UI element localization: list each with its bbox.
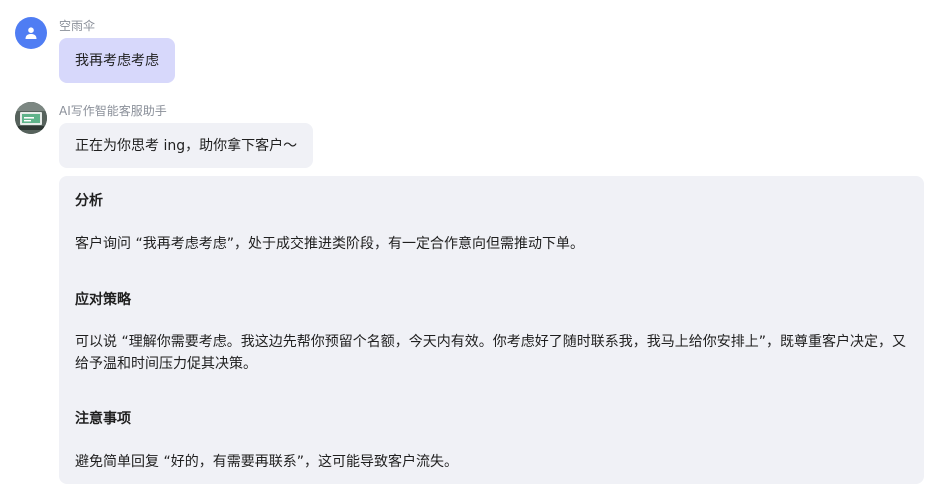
section-heading-notes: 注意事项 <box>75 411 131 427</box>
bot-message-bubble: 正在为你思考 ing，助你拿下客户～ <box>59 123 314 168</box>
chat-window: 空雨伞 我再考虑考虑 AI写作智能客服助手 正在为你思考 ing，助你拿下客户～… <box>0 0 937 496</box>
user-icon <box>25 27 37 39</box>
bot-name: AI写作智能客服助手 <box>59 104 167 118</box>
user-message-bubble: 我再考虑考虑 <box>59 38 175 83</box>
user-message-text: 我再考虑考虑 <box>75 52 159 69</box>
section-heading-strategy: 应对策略 <box>75 292 131 308</box>
bot-analysis-card: 分析 客户询问 “我再考虑考虑”，处于成交推进类阶段，有一定合作意向但需推动下单… <box>59 176 924 484</box>
user-name: 空雨伞 <box>59 19 96 33</box>
bot-avatar[interactable] <box>15 102 47 134</box>
user-avatar[interactable] <box>15 17 47 49</box>
bot-avatar-image <box>15 102 47 134</box>
section-text-strategy: 可以说 “理解你需要考虑。我这边先帮你预留个名额，今天内有效。你考虑好了随时联系… <box>75 334 906 372</box>
section-text-analysis: 客户询问 “我再考虑考虑”，处于成交推进类阶段，有一定合作意向但需推动下单。 <box>75 236 584 252</box>
bot-message-text: 正在为你思考 ing，助你拿下客户～ <box>75 137 298 154</box>
section-text-notes: 避免简单回复 “好的，有需要再联系”，这可能导致客户流失。 <box>75 454 458 470</box>
section-heading-analysis: 分析 <box>75 193 103 209</box>
